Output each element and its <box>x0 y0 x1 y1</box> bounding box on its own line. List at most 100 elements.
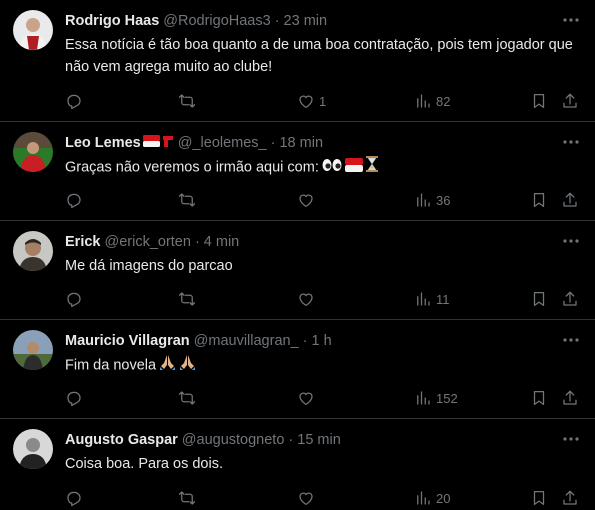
reply-button[interactable] <box>65 190 83 210</box>
author-name[interactable]: Augusto Gaspar <box>65 432 178 448</box>
views-button[interactable]: 152 <box>414 388 458 408</box>
like-button[interactable] <box>297 488 319 508</box>
retweet-button[interactable] <box>178 488 196 508</box>
tweet-text: Coisa boa. Para os dois. <box>65 456 223 472</box>
view-count: 20 <box>436 490 451 506</box>
separator-dot: · <box>302 333 308 349</box>
retweet-button[interactable] <box>178 388 196 408</box>
author-handle[interactable]: @augustogneto <box>182 432 285 448</box>
view-count: 152 <box>436 390 458 406</box>
tweet-text-row: Fim da novela <box>65 354 579 377</box>
reply-button[interactable] <box>65 388 83 408</box>
tweet-time[interactable]: 18 min <box>279 135 323 151</box>
author-name[interactable]: Mauricio Villagran <box>65 333 190 349</box>
bookmark-button[interactable] <box>530 388 548 408</box>
author-handle[interactable]: @_leolemes_ <box>178 135 267 151</box>
reply-icon <box>67 292 81 308</box>
avatar[interactable] <box>13 330 53 370</box>
view-count: 82 <box>436 93 451 109</box>
praying-hands-emoji-icon <box>159 354 176 377</box>
author-handle[interactable]: @erick_orten <box>104 234 190 250</box>
heart-icon <box>299 95 313 109</box>
tweet[interactable]: Rodrigo Haas @RodrigoHaas3 · 23 min Essa… <box>0 0 595 122</box>
tweet-time[interactable]: 4 min <box>204 234 239 250</box>
tweet[interactable]: Mauricio Villagran @mauvillagran_ · 1 h … <box>0 320 595 419</box>
reply-icon <box>67 193 81 209</box>
like-button[interactable] <box>297 388 319 408</box>
reply-icon <box>67 94 81 110</box>
tweet-time[interactable]: 23 min <box>284 13 328 29</box>
bookmark-button[interactable] <box>530 488 548 508</box>
bookmark-button[interactable] <box>530 190 548 210</box>
retweet-icon <box>178 193 196 207</box>
avatar[interactable] <box>13 231 53 271</box>
more-icon[interactable] <box>561 431 581 447</box>
bookmark-icon <box>533 291 545 307</box>
reply-button[interactable] <box>65 91 83 111</box>
share-icon <box>563 291 577 306</box>
views-icon <box>417 391 430 405</box>
more-icon[interactable] <box>561 233 581 249</box>
tweet-text: Essa notícia é tão boa quanto a de uma b… <box>65 37 573 75</box>
tweet-actions: 20 <box>65 488 585 508</box>
views-button[interactable]: 11 <box>414 289 450 309</box>
tweet[interactable]: Augusto Gaspar @augustogneto · 15 min Co… <box>0 419 595 510</box>
retweet-button[interactable] <box>178 190 196 210</box>
tweet[interactable]: Erick @erick_orten · 4 min Me dá imagens… <box>0 221 595 320</box>
share-button[interactable] <box>561 388 579 408</box>
author-handle[interactable]: @RodrigoHaas3 <box>163 13 270 29</box>
tweet-text: Me dá imagens do parcao <box>65 258 233 274</box>
avatar[interactable] <box>13 132 53 172</box>
tweet-time[interactable]: 1 h <box>311 333 331 349</box>
more-icon[interactable] <box>561 134 581 150</box>
bookmark-button[interactable] <box>530 91 548 111</box>
bookmark-button[interactable] <box>530 289 548 309</box>
like-button[interactable] <box>297 190 319 210</box>
more-icon[interactable] <box>561 332 581 348</box>
retweet-button[interactable] <box>178 289 196 309</box>
share-button[interactable] <box>561 91 579 111</box>
tweet-actions: 36 <box>65 190 585 210</box>
retweet-button[interactable] <box>178 91 196 111</box>
like-button[interactable] <box>297 289 319 309</box>
avatar[interactable] <box>13 429 53 469</box>
tweet-text-row: Graças não veremos o irmão aqui com: <box>65 156 579 179</box>
share-icon <box>563 490 577 505</box>
retweet-icon <box>178 292 196 306</box>
eyes-emoji-icon <box>322 157 342 179</box>
like-count: 1 <box>319 93 327 109</box>
tweet-actions: 152 <box>65 388 585 408</box>
views-button[interactable]: 36 <box>414 190 450 210</box>
author-name[interactable]: Erick <box>65 234 100 250</box>
more-icon[interactable] <box>561 12 581 28</box>
flag-emoji-icon <box>344 157 363 179</box>
views-icon <box>417 94 430 108</box>
views-button[interactable]: 20 <box>414 488 450 508</box>
tweet-actions: 11 <box>65 289 585 309</box>
reply-button[interactable] <box>65 289 83 309</box>
separator-dot: · <box>270 135 276 151</box>
tweet-actions: 1 82 <box>65 91 585 111</box>
views-icon <box>417 491 430 505</box>
views-button[interactable]: 82 <box>414 91 450 111</box>
author-name[interactable]: Leo Lemes <box>65 135 141 151</box>
bookmark-icon <box>533 390 545 406</box>
share-button[interactable] <box>561 190 579 210</box>
separator-dot: · <box>274 13 280 29</box>
reply-button[interactable] <box>65 488 83 508</box>
view-count: 36 <box>436 192 451 208</box>
retweet-icon <box>178 491 196 505</box>
red-badge-icon <box>162 135 174 152</box>
share-button[interactable] <box>561 289 579 309</box>
bookmark-icon <box>533 192 545 208</box>
like-button[interactable]: 1 <box>297 91 326 111</box>
tweet-text: Graças não veremos o irmão aqui com: <box>65 159 319 176</box>
tweet-time[interactable]: 15 min <box>297 432 341 448</box>
heart-icon <box>299 492 313 506</box>
tweet[interactable]: Leo Lemes @_leolemes_ · 18 min Graças nã… <box>0 122 595 221</box>
author-name[interactable]: Rodrigo Haas <box>65 13 159 29</box>
view-count: 11 <box>436 291 450 307</box>
avatar[interactable] <box>13 10 53 50</box>
share-button[interactable] <box>561 488 579 508</box>
author-handle[interactable]: @mauvillagran_ <box>194 333 299 349</box>
